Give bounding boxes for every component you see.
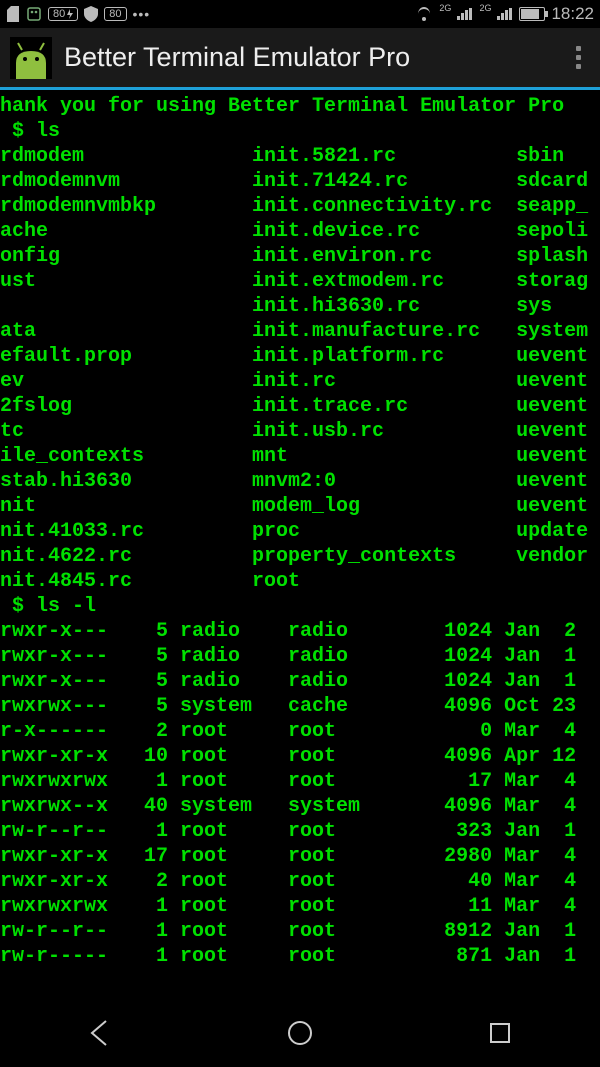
terminal-line: init.hi3630.rc sys [0,294,600,319]
terminal-line: ile_contexts mnt uevent [0,444,600,469]
terminal-line: nit.4622.rc property_contexts vendor [0,544,600,569]
terminal-line: $ ls [0,119,600,144]
bolt-icon [67,9,73,19]
terminal-line: rw-r----- 1 root root 871 Jan 1 [0,944,600,969]
terminal-line: rw-r--r-- 1 root root 323 Jan 1 [0,819,600,844]
sim-icon [6,6,20,22]
terminal-line: ust init.extmodem.rc storag [0,269,600,294]
wifi-icon [415,7,433,21]
battery-percent-2: 80 [104,7,126,21]
android-status-bar: 80 80 ••• 2G 2G 18:22 [0,0,600,28]
terminal-line: rw-r--r-- 1 root root 8912 Jan 1 [0,919,600,944]
app-icon [10,37,52,79]
signal-icon-2 [497,8,513,20]
signal-icon-1 [457,8,473,20]
terminal-line: nit.41033.rc proc update [0,519,600,544]
app-title: Better Terminal Emulator Pro [64,42,554,73]
terminal-line: rwxr-xr-x 17 root root 2980 Mar 4 [0,844,600,869]
terminal-line: tc init.usb.rc uevent [0,419,600,444]
terminal-line: rwxr-x--- 5 radio radio 1024 Jan 1 [0,669,600,694]
recent-apps-button[interactable] [484,1017,516,1054]
more-notifications-icon: ••• [133,6,151,22]
terminal-line: ev init.rc uevent [0,369,600,394]
terminal-line: nit.4845.rc root [0,569,600,594]
terminal-line: $ ls -l [0,594,600,619]
terminal-output[interactable]: hank you for using Better Terminal Emula… [0,90,600,969]
terminal-line: rwxrwxrwx 1 root root 17 Mar 4 [0,769,600,794]
android-notif-icon [26,6,42,22]
status-left: 80 80 ••• [6,6,150,22]
shield-icon [84,6,98,22]
terminal-line: rwxrwx--- 5 system cache 4096 Oct 23 [0,694,600,719]
overflow-menu-button[interactable] [566,46,590,69]
terminal-line: rwxr-xr-x 10 root root 4096 Apr 12 [0,744,600,769]
terminal-line: rdmodemnvmbkp init.connectivity.rc seapp… [0,194,600,219]
battery-value: 80 [53,8,65,20]
home-button[interactable] [284,1017,316,1054]
network-type-2: 2G [479,3,491,13]
terminal-line: rwxrwxrwx 1 root root 11 Mar 4 [0,894,600,919]
network-type-1: 2G [439,3,451,13]
terminal-line: hank you for using Better Terminal Emula… [0,94,600,119]
app-bar: Better Terminal Emulator Pro [0,28,600,90]
status-right: 2G 2G 18:22 [415,4,594,24]
terminal-line: nit modem_log uevent [0,494,600,519]
terminal-line: rdmodemnvm init.71424.rc sdcard [0,169,600,194]
android-nav-bar [0,1003,600,1067]
battery-icon [519,7,545,21]
terminal-line: rdmodem init.5821.rc sbin [0,144,600,169]
terminal-line: r-x------ 2 root root 0 Mar 4 [0,719,600,744]
battery-percent-1: 80 [48,7,78,21]
terminal-line: efault.prop init.platform.rc uevent [0,344,600,369]
terminal-line: rwxr-x--- 5 radio radio 1024 Jan 1 [0,644,600,669]
terminal-line: 2fslog init.trace.rc uevent [0,394,600,419]
terminal-line: rwxr-x--- 5 radio radio 1024 Jan 2 [0,619,600,644]
back-button[interactable] [84,1017,116,1054]
terminal-line: stab.hi3630 mnvm2:0 uevent [0,469,600,494]
terminal-line: onfig init.environ.rc splash [0,244,600,269]
clock: 18:22 [551,4,594,24]
terminal-line: rwxr-xr-x 2 root root 40 Mar 4 [0,869,600,894]
terminal-line: ache init.device.rc sepoli [0,219,600,244]
terminal-line: rwxrwx--x 40 system system 4096 Mar 4 [0,794,600,819]
terminal-line: ata init.manufacture.rc system [0,319,600,344]
